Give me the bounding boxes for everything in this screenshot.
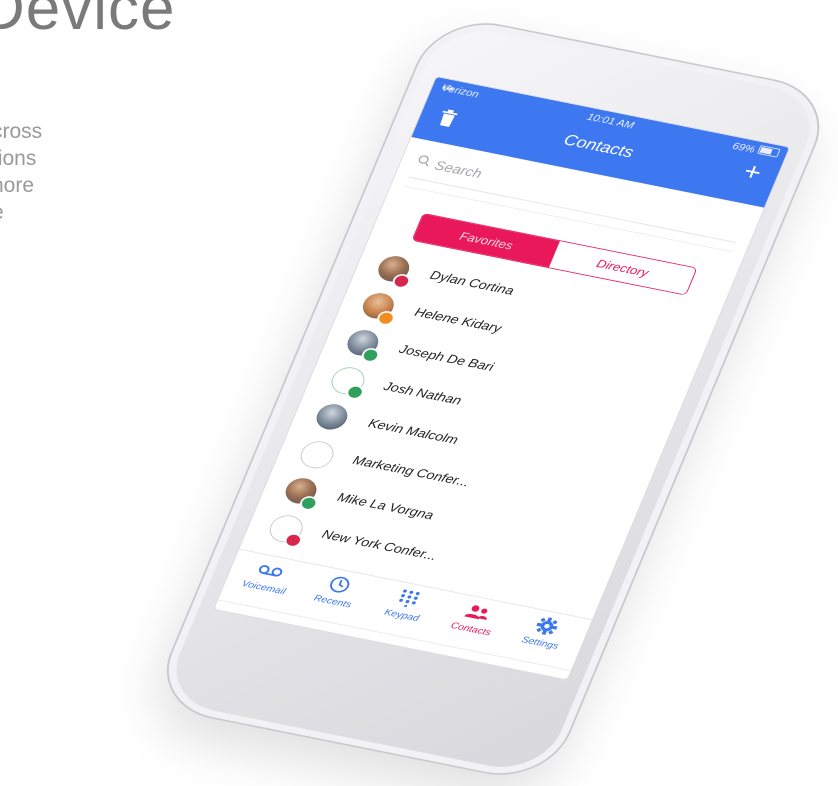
contact-name: Joseph De Bari [396, 342, 496, 375]
conference-icon [296, 438, 339, 472]
contact-name: Josh Nathan [381, 379, 464, 408]
contact-name: Mike La Vorgna [335, 490, 436, 523]
contact-name: Kevin Malcolm [366, 416, 461, 448]
contact-name: Helene Kidary [412, 305, 504, 336]
tab-voicemail[interactable]: Voicemail [228, 555, 308, 599]
phone-device: ▪▪▪ Verizon ◠ 10:01 AM 69% Contacts + Se… [148, 12, 838, 786]
search-icon [414, 154, 433, 171]
avatar [312, 401, 352, 433]
contact-name: Dylan Cortina [427, 268, 516, 299]
search-placeholder: Search [432, 158, 484, 182]
battery-percent: 69% [730, 140, 758, 156]
tab-contacts[interactable]: Contacts [435, 596, 515, 640]
phone-mockup: ▪▪▪ Verizon ◠ 10:01 AM 69% Contacts + Se… [0, 0, 838, 786]
tab-recents[interactable]: Recents [297, 569, 377, 613]
tab-keypad[interactable]: Keypad [366, 583, 446, 627]
tab-settings[interactable]: Settings [504, 610, 584, 654]
battery-icon [757, 145, 781, 158]
